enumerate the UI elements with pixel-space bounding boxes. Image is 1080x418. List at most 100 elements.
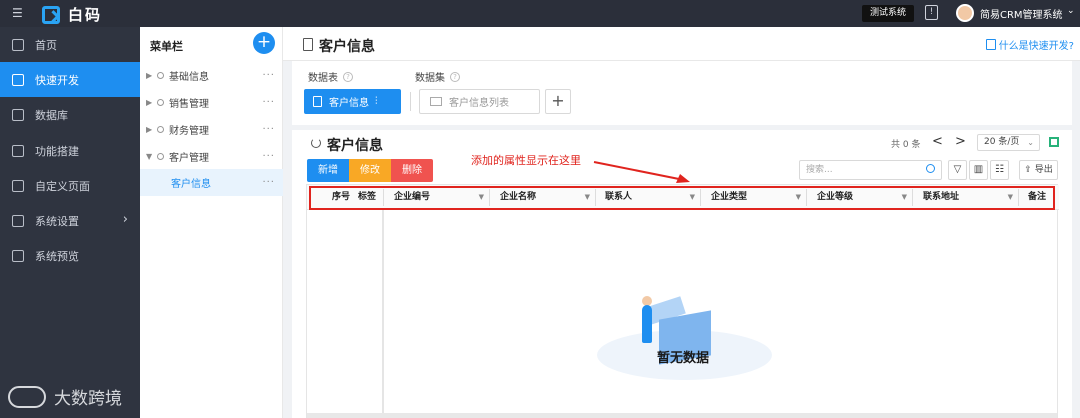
watermark: 大数跨境 (8, 384, 122, 409)
add-button[interactable]: + (545, 89, 571, 114)
top-bar: ☰ 白码 测试系统 ! 简易CRM管理系统 ⌄ (0, 0, 1080, 27)
nav-item-quick-dev[interactable]: 快速开发 (0, 62, 140, 97)
add-record-button[interactable]: 新增 (307, 159, 349, 182)
caret-right-icon[interactable]: ▶ (146, 98, 154, 107)
book-icon (985, 39, 996, 50)
export-button[interactable]: ⇪ 导出 (1019, 160, 1058, 180)
settings-sliders-icon[interactable]: ⫶ (375, 96, 378, 107)
tab-datatable-label: 数据表 (308, 73, 338, 84)
caret-right-icon[interactable]: ▶ (146, 125, 154, 134)
chevron-down-icon[interactable]: ⌄ (1067, 6, 1075, 16)
page-size-select[interactable]: 20 条/页 ⌄ (977, 134, 1040, 151)
column-settings-button[interactable]: ☷ (990, 160, 1009, 180)
tree-item-label: 客户管理 (169, 153, 209, 164)
tree-item-customer-mgmt[interactable]: ▼ 客户管理 ··· (140, 143, 283, 170)
search-icon[interactable] (926, 164, 935, 173)
build-icon (12, 144, 24, 157)
prev-page-button[interactable]: < (932, 134, 943, 149)
document-icon (313, 96, 322, 107)
grid-title: 客户信息 (327, 138, 383, 154)
nav-item-custom-page[interactable]: 自定义页面 (0, 168, 140, 203)
help-link[interactable]: 什么是快速开发? (985, 37, 1074, 52)
nav-item-label: 自定义页面 (35, 179, 90, 193)
tree-item-label: 基础信息 (169, 72, 209, 83)
tree-item-label: 财务管理 (169, 126, 209, 137)
filter-button[interactable]: ▽ (948, 160, 967, 180)
database-icon (12, 108, 24, 121)
document-icon (303, 38, 313, 51)
edit-record-button[interactable]: 修改 (349, 159, 391, 182)
preview-icon (12, 249, 24, 262)
tree-item-basic-info[interactable]: ▶ 基础信息 ··· (140, 62, 283, 89)
data-table: 序号 标签 企业编号 ▼ 企业名称 ▼ 联系人 ▼ 企业类型 ▼ 企业等级 ▼ 联系地址 ▼… (306, 184, 1059, 418)
nav-item-label: 系统设置 (35, 214, 79, 228)
tree-item-finance[interactable]: ▶ 财务管理 ··· (140, 116, 283, 143)
system-name[interactable]: 简易CRM管理系统 (980, 6, 1063, 21)
caret-right-icon[interactable]: ▶ (146, 71, 154, 80)
app-logo[interactable]: 白码 (42, 4, 102, 25)
chevron-right-icon: › (122, 212, 128, 227)
grid-view-icon[interactable] (1049, 137, 1059, 147)
node-icon (157, 153, 164, 160)
grid-panel: 客户信息 共 0 条 < > 20 条/页 ⌄ 新增 修改 删除 添加的属性显示… (292, 130, 1072, 418)
settings-icon (12, 214, 24, 227)
document-icon[interactable]: ! (925, 5, 938, 20)
list-settings-icon: ☷ (995, 164, 1004, 175)
tree-item-sales[interactable]: ▶ 销售管理 ··· (140, 89, 283, 116)
add-menu-button[interactable]: + (253, 32, 275, 54)
tab-dataset-label: 数据集 (415, 73, 445, 84)
source-panel: 数据表 ? 数据集 ? 客户信息 ⫶ 客户信息列表 + (292, 61, 1072, 125)
cube-icon (12, 73, 24, 86)
nav-item-label: 数据库 (35, 108, 68, 122)
search-placeholder: 搜索... (806, 165, 833, 175)
menu-panel: 菜单栏 ▶ 基础信息 ··· ▶ 销售管理 ··· ▶ 财务管理 ··· ▼ 客… (140, 27, 283, 418)
help-icon[interactable]: ? (343, 71, 353, 82)
tree-item-label: 销售管理 (169, 99, 209, 110)
chart-button[interactable]: ▥ (969, 160, 988, 180)
tree-item-customer-info[interactable]: 客户信息 ··· (140, 169, 283, 196)
page-header: 客户信息 什么是快速开发? (283, 27, 1080, 61)
nav-item-settings[interactable]: 系统设置 › (0, 203, 140, 238)
env-tag[interactable]: 测试系统 (862, 5, 915, 22)
customer-table-button[interactable]: 客户信息 ⫶ (304, 89, 401, 114)
nav-item-build[interactable]: 功能搭建 (0, 133, 140, 168)
logo-mark-icon (42, 5, 60, 24)
menu-title: 菜单栏 (150, 40, 183, 53)
tab-datatable[interactable]: 数据表 ? (308, 69, 353, 84)
nav-item-label: 首页 (35, 38, 57, 52)
watermark-logo-icon (8, 385, 46, 408)
horizontal-scrollbar[interactable] (307, 413, 1057, 418)
table-header: 序号 标签 企业编号 ▼ 企业名称 ▼ 联系人 ▼ 企业类型 ▼ 企业等级 ▼ 联系地址 ▼… (307, 185, 1059, 210)
sidebar: 首页 快速开发 数据库 功能搭建 自定义页面 系统设置 › 系统预览 (0, 27, 140, 418)
page-size-value: 20 条/页 (984, 137, 1020, 147)
customer-table-label: 客户信息 (329, 98, 369, 109)
menu-toggle-icon[interactable]: ☰ (12, 7, 24, 19)
more-icon[interactable]: ··· (262, 70, 275, 81)
app-name: 白码 (68, 6, 103, 24)
nav-item-preview[interactable]: 系统预览 (0, 238, 140, 273)
nav-item-home[interactable]: 首页 (0, 27, 140, 62)
delete-record-button[interactable]: 删除 (391, 159, 433, 182)
help-link-label: 什么是快速开发? (998, 41, 1074, 52)
more-icon[interactable]: ··· (262, 124, 275, 135)
nav-item-label: 功能搭建 (35, 144, 79, 158)
tab-dataset[interactable]: 数据集 ? (415, 69, 460, 84)
more-icon[interactable]: ··· (262, 97, 275, 108)
avatar[interactable] (956, 4, 974, 22)
customer-list-item[interactable]: 客户信息列表 (419, 89, 540, 114)
nav-item-label: 系统预览 (35, 249, 79, 263)
refresh-icon[interactable] (311, 138, 321, 148)
search-input[interactable]: 搜索... (799, 160, 942, 180)
upload-icon: ⇪ (1024, 165, 1032, 175)
more-icon[interactable]: ··· (262, 177, 275, 188)
help-icon[interactable]: ? (450, 71, 460, 82)
total-count: 共 0 条 (891, 140, 921, 150)
nav-item-database[interactable]: 数据库 (0, 97, 140, 132)
more-icon[interactable]: ··· (262, 151, 275, 162)
watermark-text: 大数跨境 (54, 389, 122, 409)
node-icon (157, 72, 164, 79)
caret-down-icon[interactable]: ▼ (146, 152, 154, 161)
filter-icon: ▽ (953, 164, 962, 175)
next-page-button[interactable]: > (955, 134, 966, 149)
customer-list-label: 客户信息列表 (449, 98, 509, 109)
